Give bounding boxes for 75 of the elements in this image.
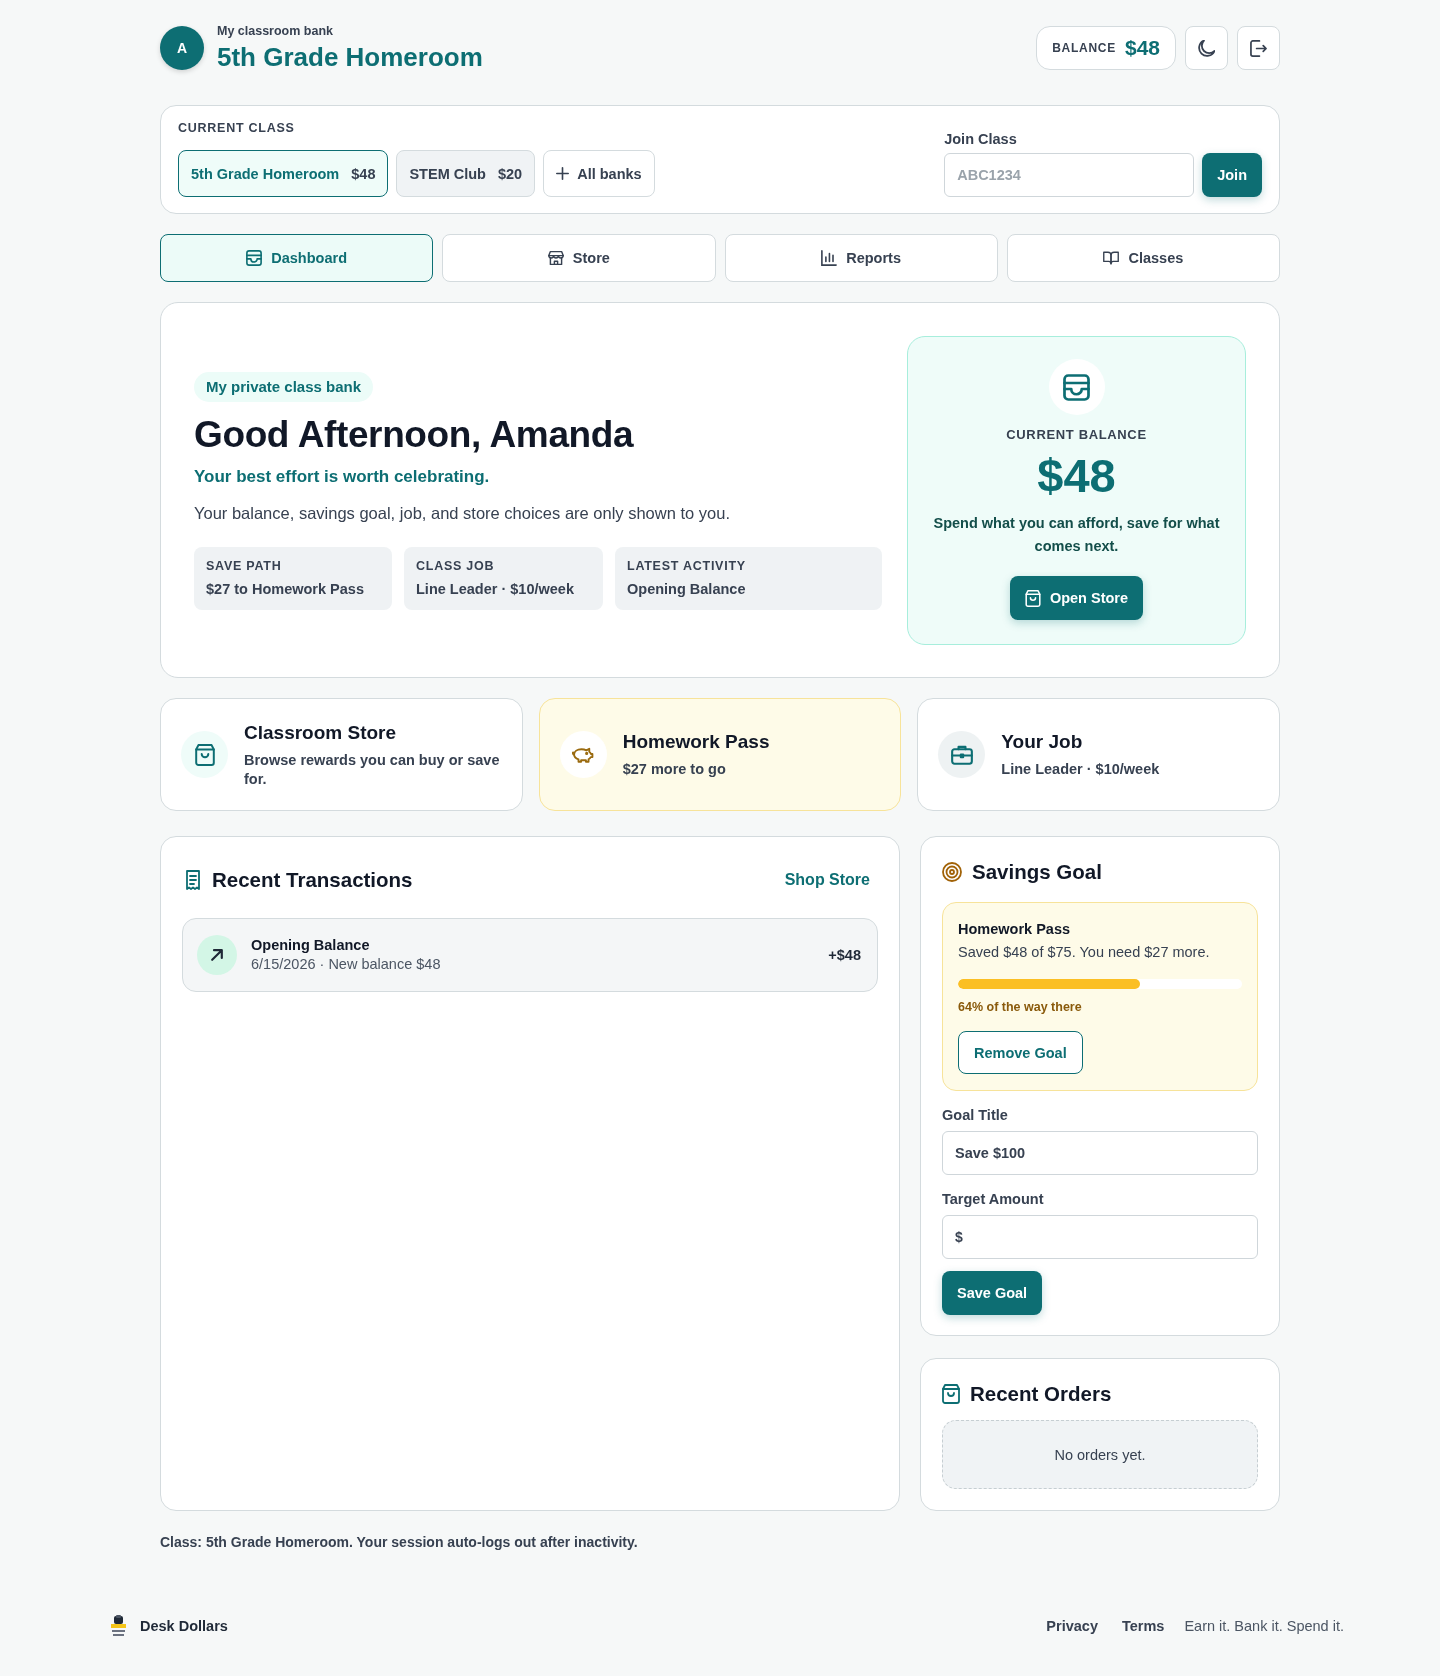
field-label: Goal Title — [942, 1106, 1009, 1125]
shop-store-link[interactable]: Shop Store — [784, 871, 870, 889]
balance-amount: $48 — [1124, 36, 1160, 60]
class-chip[interactable]: STEM Club $20 — [396, 150, 536, 197]
plus-icon — [556, 167, 570, 180]
balance-label: CURRENT BALANCE — [1006, 427, 1147, 443]
class-code-field[interactable]: ABC1234 — [944, 153, 1195, 197]
stat-value: Opening Balance — [627, 579, 747, 599]
avatar: A — [160, 26, 204, 70]
field-label: Target Amount — [942, 1190, 1045, 1209]
privacy-tag: My private class bank — [194, 371, 374, 402]
transaction-title: Opening Balance — [251, 936, 371, 955]
shopping-bag-icon — [181, 731, 228, 778]
nav-tab[interactable]: Reports — [724, 234, 998, 282]
nav-tab[interactable]: Classes — [1006, 234, 1280, 282]
book-icon — [1103, 250, 1120, 266]
save-goal-button[interactable]: Save Goal — [942, 1271, 1043, 1315]
logo-icon — [110, 1615, 127, 1637]
nav-tab[interactable]: Dashboard — [160, 234, 434, 282]
class-title: 5th Grade Homeroom — [217, 41, 483, 73]
greeting-heading: Good Afternoon, Amanda — [194, 412, 635, 457]
goal-summary: Saved $48 of $75. You need $27 more. — [958, 943, 1211, 962]
join-button[interactable]: Join — [1202, 153, 1262, 197]
wallet-icon — [246, 250, 263, 266]
empty-state: No orders yet. — [942, 1420, 1258, 1489]
logout-button[interactable] — [1237, 26, 1280, 70]
piggy-bank-icon — [559, 731, 607, 778]
transaction-meta: 6/15/2026 · New balance $48 — [251, 955, 441, 974]
card-text: Browse rewards you can buy or save for. — [244, 750, 501, 789]
stat-value: $27 to Homework Pass — [206, 579, 365, 599]
remove-goal-button[interactable]: Remove Goal — [958, 1031, 1083, 1074]
footer-link[interactable]: Privacy — [1046, 1618, 1098, 1634]
balance-amount: $48 — [1037, 450, 1116, 502]
bar-chart-icon — [821, 250, 838, 266]
store-icon — [547, 250, 564, 266]
logout-icon — [1250, 39, 1267, 57]
theme-toggle-button[interactable] — [1185, 26, 1228, 70]
open-store-button[interactable]: Open Store — [1009, 576, 1144, 620]
card-title: Your Job — [1001, 730, 1084, 754]
target-icon — [942, 862, 962, 882]
section-title: Savings Goal — [972, 859, 1102, 885]
section-title: Recent Transactions — [212, 867, 413, 893]
target-amount-field[interactable]: $ — [942, 1215, 1258, 1259]
tagline-text: Your best effort is worth celebrating. — [194, 465, 491, 488]
card-text: Line Leader · $10/week — [1001, 760, 1160, 779]
stat-value: Line Leader · $10/week — [416, 579, 575, 599]
session-note: Class: 5th Grade Homeroom. Your session auto-logs out after inactivity. — [160, 1533, 639, 1552]
nav-tab[interactable]: Store — [442, 234, 716, 282]
balance-note: Spend what you can afford, save for what comes next. — [932, 514, 1221, 556]
stat-label: LATEST ACTIVITY — [627, 557, 747, 575]
section-label: CURRENT CLASS — [178, 120, 296, 136]
shopping-bag-icon — [1024, 589, 1041, 607]
brand-name: Desk Dollars — [140, 1618, 228, 1634]
moon-icon — [1198, 39, 1215, 57]
class-chip[interactable]: 5th Grade Homeroom $48 — [178, 150, 389, 197]
transaction-amount: +$48 — [828, 947, 862, 963]
footer-tagline: Earn it. Bank it. Spend it. — [1184, 1618, 1344, 1634]
section-title: Recent Orders — [970, 1381, 1112, 1407]
join-class-label: Join Class — [944, 130, 1018, 148]
footer-link[interactable]: Terms — [1121, 1618, 1165, 1634]
stat-label: CLASS JOB — [416, 557, 496, 575]
balance-label: BALANCE — [1052, 41, 1116, 55]
card-text: $27 more to go — [622, 760, 727, 779]
header-subtitle: My classroom bank — [217, 23, 334, 39]
shopping-bag-icon — [942, 1384, 960, 1404]
progress-text: 64% of the way there — [958, 999, 1083, 1016]
privacy-note: Your balance, savings goal, job, and store choices are only shown to you. — [194, 502, 731, 524]
card-title: Homework Pass — [622, 730, 770, 754]
goal-name: Homework Pass — [958, 920, 1072, 939]
all-banks-button[interactable]: All banks — [543, 150, 655, 197]
stat-label: SAVE PATH — [206, 557, 283, 575]
card-title: Classroom Store — [244, 720, 398, 745]
goal-title-field[interactable]: Save $100 — [942, 1131, 1258, 1175]
receipt-icon — [184, 870, 202, 890]
briefcase-icon — [938, 731, 986, 778]
